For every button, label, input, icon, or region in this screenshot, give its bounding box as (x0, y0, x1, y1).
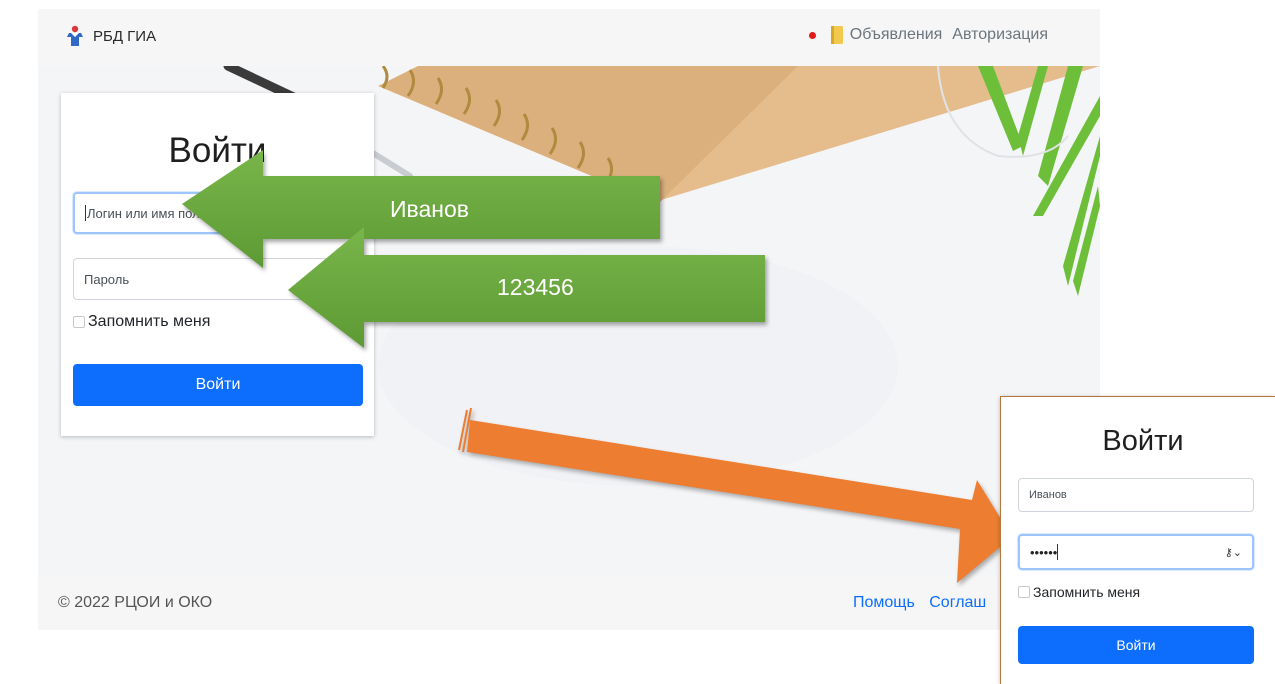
zoom-login-input[interactable]: Иванов (1018, 478, 1254, 512)
zoom-login-button[interactable]: Войти (1018, 626, 1254, 664)
text-caret (1057, 544, 1059, 560)
zoom-password-value: •••••• (1030, 544, 1059, 560)
password-hint-label: 123456 (497, 274, 574, 300)
login-hint-label: Иванов (390, 196, 469, 222)
zoom-login-title: Войти (1102, 425, 1184, 457)
zoomed-login-card: Войти Иванов •••••• ⚷⌄ Запомнить меня Во… (1000, 396, 1275, 684)
key-icon[interactable]: ⚷⌄ (1225, 546, 1242, 559)
zoom-remember-label: Запомнить меня (1033, 584, 1141, 600)
zoom-remember-checkbox[interactable] (1018, 586, 1030, 598)
zoom-password-input[interactable]: •••••• ⚷⌄ (1018, 534, 1254, 570)
password-mask: •••••• (1030, 544, 1058, 560)
zoom-remember-me[interactable]: Запомнить меня (1018, 584, 1140, 600)
orange-arrow (467, 420, 1012, 583)
zoom-login-value: Иванов (1029, 489, 1067, 501)
